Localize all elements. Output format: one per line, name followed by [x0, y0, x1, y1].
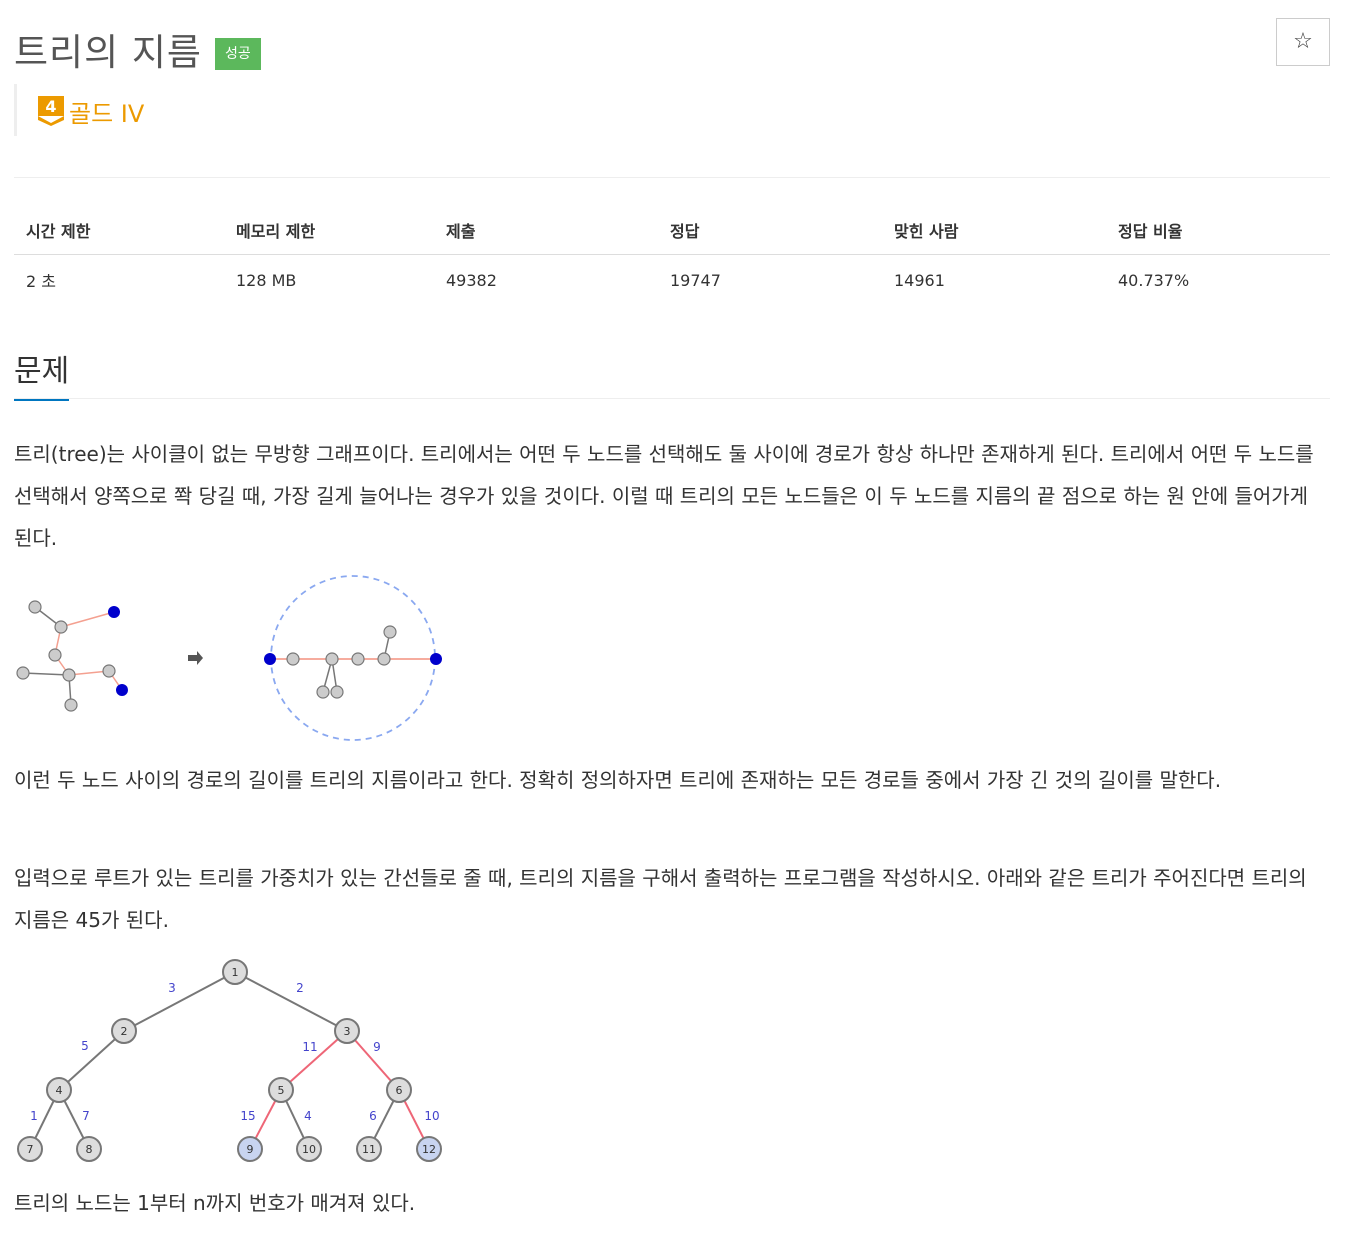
svg-text:3: 3 [344, 1025, 351, 1038]
edge-weight-label: 9 [373, 1040, 381, 1054]
memory-limit-value: 128 MB [236, 270, 297, 290]
tier-label: 골드 IV [69, 100, 145, 128]
tree-node: 2 [111, 1018, 137, 1044]
header-memory-limit: 메모리 제한 [224, 206, 434, 255]
time-limit-value: 2 초 [26, 272, 56, 291]
svg-text:9: 9 [247, 1143, 254, 1156]
svg-text:10: 10 [302, 1143, 316, 1156]
svg-text:4: 4 [56, 1084, 63, 1097]
edge-weight-label: 11 [302, 1040, 317, 1054]
tree-node: 10 [296, 1136, 322, 1162]
svg-text:5: 5 [278, 1084, 285, 1097]
problem-paragraph-3: 입력으로 루트가 있는 트리를 가중치가 있는 간선들로 줄 때, 트리의 지름… [14, 866, 1307, 932]
edge-weight-label: 4 [304, 1109, 312, 1123]
diameter-illustration [16, 575, 442, 741]
problem-info-table: 시간 제한 메모리 제한 제출 정답 맞힌 사람 정답 비율 2 초 128 M… [14, 206, 1330, 305]
svg-text:1: 1 [232, 966, 239, 979]
problem-paragraph-1: 트리(tree)는 사이클이 없는 무방향 그래프이다. 트리에서는 어떤 두 … [14, 442, 1314, 550]
star-button[interactable]: ☆ [1276, 18, 1330, 66]
section-title: 문제 [14, 346, 70, 401]
solvers-value: 14961 [894, 270, 945, 290]
tier-block: 4 골드 IV [14, 84, 144, 136]
svg-text:8: 8 [86, 1143, 93, 1156]
tier-badge-icon: 4 [38, 96, 64, 126]
edge-weight-label: 6 [369, 1109, 377, 1123]
header-accept-ratio: 정답 비율 [1106, 206, 1330, 255]
svg-text:6: 6 [396, 1084, 403, 1097]
header-submissions: 제출 [434, 206, 658, 255]
svg-text:2: 2 [121, 1025, 128, 1038]
edge-weight-label: 3 [168, 981, 176, 995]
accept-ratio-value: 40.737% [1118, 270, 1190, 290]
weighted-tree-figure: 3 25 11 91 7 15 4 6 1012 34 5 67 8 9 10 11 12 [17, 959, 442, 1162]
edge-weight-label: 1 [30, 1109, 38, 1123]
tree-node: 8 [76, 1136, 102, 1162]
submissions-value: 49382 [446, 270, 497, 290]
header-solvers: 맞힌 사람 [882, 206, 1106, 255]
divider [14, 177, 1330, 178]
tree-edge [123, 971, 236, 1032]
svg-text:4: 4 [45, 97, 56, 116]
tree-node: 5 [268, 1077, 294, 1103]
page-title: 트리의 지름 [14, 31, 202, 74]
table-row: 2 초 128 MB 49382 19747 14961 40.737% [14, 255, 1330, 306]
svg-text:7: 7 [27, 1143, 34, 1156]
edge-weight-label: 15 [240, 1109, 255, 1123]
table-header-row: 시간 제한 메모리 제한 제출 정답 맞힌 사람 정답 비율 [14, 206, 1330, 255]
edge-weight-label: 7 [82, 1109, 90, 1123]
tree-node: 11 [356, 1136, 382, 1162]
tree-node: 12 [416, 1136, 442, 1162]
star-icon: ☆ [1293, 29, 1313, 54]
tree-edge [58, 1030, 125, 1091]
tree-node: 4 [46, 1077, 72, 1103]
tree-node: 1 [222, 959, 248, 985]
edge-weight-label: 10 [424, 1109, 439, 1123]
svg-text:12: 12 [422, 1143, 436, 1156]
header-time-limit: 시간 제한 [14, 206, 224, 255]
accepted-value: 19747 [670, 270, 721, 290]
tree-edge [234, 971, 348, 1032]
section-divider [14, 398, 1330, 399]
header-accepted: 정답 [658, 206, 882, 255]
edge-weight-label: 5 [81, 1039, 89, 1053]
tree-node: 6 [386, 1077, 412, 1103]
tree-node: 7 [17, 1136, 43, 1162]
status-badge: 성공 [215, 38, 261, 70]
tree-node: 9 [237, 1136, 263, 1162]
tree-node: 3 [334, 1018, 360, 1044]
edge-weight-label: 2 [296, 981, 304, 995]
problem-paragraph-2: 이런 두 노드 사이의 경로의 길이를 트리의 지름이라고 한다. 정확히 정의… [14, 768, 1222, 792]
svg-text:11: 11 [362, 1143, 376, 1156]
title-row: 트리의 지름 성공 ☆ [14, 18, 1330, 74]
problem-paragraph-4: 트리의 노드는 1부터 n까지 번호가 매겨져 있다. [14, 1191, 416, 1215]
